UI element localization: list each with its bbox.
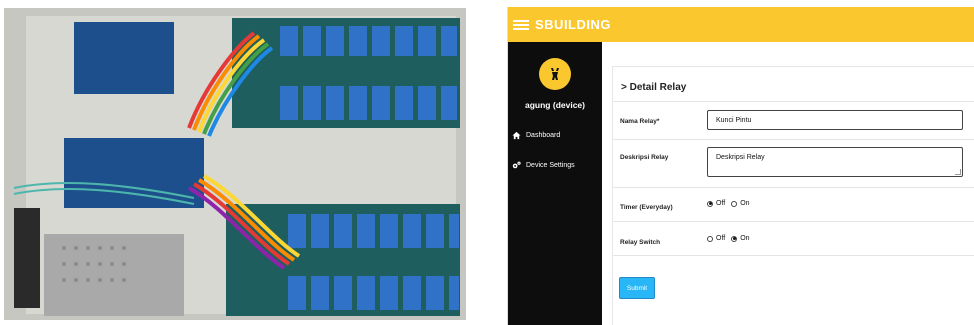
app-window: SBUILDING agung (device) Dashboard Devic… xyxy=(507,7,974,325)
divider xyxy=(613,139,974,140)
deer-icon xyxy=(551,68,559,80)
device-name: agung (device) xyxy=(525,100,585,110)
deskripsi-relay-label: Deskripsi Relay xyxy=(620,154,669,161)
sidebar: agung (device) Dashboard Device Settings xyxy=(508,42,602,325)
timer-label: Timer (Everyday) xyxy=(620,204,673,211)
timer-on-label: On xyxy=(740,200,750,207)
timer-on-radio[interactable] xyxy=(731,200,738,207)
sidebar-item-dashboard[interactable]: Dashboard xyxy=(512,131,560,140)
timer-radio-group: Off On xyxy=(707,200,750,207)
deskripsi-relay-textarea[interactable]: Deskripsi Relay xyxy=(707,147,963,177)
nama-relay-label: Nama Relay* xyxy=(620,118,660,125)
divider xyxy=(613,187,974,188)
switch-on-radio[interactable] xyxy=(731,235,738,242)
timer-off-radio[interactable] xyxy=(707,200,713,207)
home-icon xyxy=(512,131,521,140)
switch-off-radio[interactable] xyxy=(707,235,713,242)
sidebar-item-device-settings[interactable]: Device Settings xyxy=(512,161,575,170)
relay-switch-radio-group: Off On xyxy=(707,235,750,242)
nama-relay-input[interactable]: Kunci Pintu xyxy=(707,110,963,130)
divider xyxy=(613,101,974,102)
sidebar-item-label: Dashboard xyxy=(526,132,561,139)
hamburger-menu-icon[interactable] xyxy=(513,19,529,30)
top-bar: SBUILDING xyxy=(508,7,974,42)
switch-on-label: On xyxy=(740,235,750,242)
resize-handle-icon[interactable] xyxy=(955,169,961,175)
brand-title: SBUILDING xyxy=(535,17,611,32)
page-title: > Detail Relay xyxy=(621,82,687,93)
timer-off-label: Off xyxy=(716,200,726,207)
sidebar-item-label: Device Settings xyxy=(526,162,575,169)
divider xyxy=(613,221,974,222)
divider xyxy=(613,255,974,256)
nama-relay-value: Kunci Pintu xyxy=(716,116,752,124)
submit-button[interactable]: Submit xyxy=(619,277,655,299)
relay-board-illustration xyxy=(4,8,466,320)
hardware-photo xyxy=(4,8,466,320)
deskripsi-relay-value: Deskripsi Relay xyxy=(716,154,765,161)
switch-off-label: Off xyxy=(716,235,726,242)
gears-icon xyxy=(512,161,521,169)
device-avatar xyxy=(539,58,571,90)
detail-relay-panel: > Detail Relay Nama Relay* Kunci Pintu D… xyxy=(612,66,974,325)
relay-switch-label: Relay Switch xyxy=(620,239,661,246)
